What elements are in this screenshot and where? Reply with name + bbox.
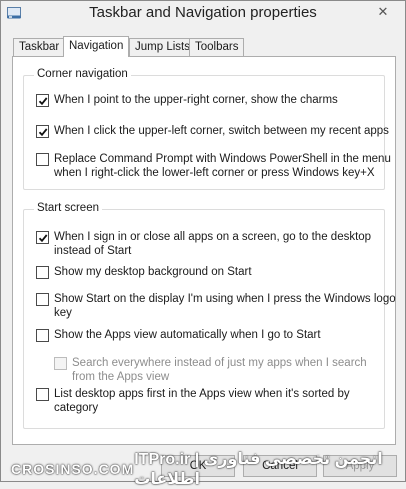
option-label: Search everywhere instead of just my app… bbox=[72, 356, 367, 384]
apply-button[interactable]: Apply bbox=[323, 455, 397, 477]
label-line: key bbox=[54, 307, 72, 319]
option-label: When I point to the upper-right corner, … bbox=[54, 94, 338, 106]
title-bar: Taskbar and Navigation properties ✕ bbox=[1, 1, 405, 27]
option-desktop-background[interactable]: Show my desktop background on Start bbox=[36, 265, 378, 279]
checkmark-icon bbox=[38, 127, 47, 136]
tab-toolbars[interactable]: Toolbars bbox=[189, 38, 245, 56]
window-title: Taskbar and Navigation properties bbox=[89, 4, 317, 21]
checkbox[interactable] bbox=[36, 94, 49, 107]
checkbox[interactable] bbox=[36, 266, 49, 279]
checkbox[interactable] bbox=[36, 231, 49, 244]
watermark-left: CROSINSO.COM bbox=[11, 461, 135, 477]
checkmark-icon bbox=[38, 96, 47, 105]
option-label: List desktop apps first in the Apps view… bbox=[54, 387, 350, 415]
label-line: Show Start on the display I'm using when… bbox=[54, 293, 396, 305]
option-label: Show the Apps view automatically when I … bbox=[54, 329, 321, 341]
close-button[interactable]: ✕ bbox=[369, 3, 397, 21]
option-label: Replace Command Prompt with Windows Powe… bbox=[54, 152, 391, 180]
label-line: instead of Start bbox=[54, 245, 132, 257]
option-label: When I click the upper-left corner, swit… bbox=[54, 125, 389, 137]
checkbox bbox=[54, 357, 67, 370]
option-go-to-desktop[interactable]: When I sign in or close all apps on a sc… bbox=[36, 230, 378, 258]
checkbox[interactable] bbox=[36, 388, 49, 401]
group-title: Start screen bbox=[34, 202, 102, 214]
label-line: Search everywhere instead of just my app… bbox=[72, 357, 367, 369]
start-screen-group: Start screen When I sign in or close all… bbox=[23, 202, 396, 429]
label-line: category bbox=[54, 402, 99, 414]
label-line: When I sign in or close all apps on a sc… bbox=[54, 231, 372, 243]
group-title: Corner navigation bbox=[34, 68, 131, 80]
label-line: from the Apps view bbox=[72, 371, 170, 383]
cancel-button[interactable]: Cancel bbox=[243, 455, 317, 477]
option-label: When I sign in or close all apps on a sc… bbox=[54, 230, 371, 258]
checkbox[interactable] bbox=[36, 125, 49, 138]
navigation-tab-panel: Corner navigation When I point to the up… bbox=[12, 56, 396, 445]
option-start-on-display[interactable]: Show Start on the display I'm using when… bbox=[36, 292, 396, 320]
tab-navigation[interactable]: Navigation bbox=[63, 36, 130, 57]
label-line: Replace Command Prompt with Windows Powe… bbox=[54, 153, 391, 165]
tab-taskbar[interactable]: Taskbar bbox=[13, 38, 66, 56]
option-show-charms[interactable]: When I point to the upper-right corner, … bbox=[36, 93, 378, 107]
ok-button[interactable]: OK bbox=[161, 455, 235, 477]
option-label: Show Start on the display I'm using when… bbox=[54, 292, 396, 320]
checkbox[interactable] bbox=[36, 153, 49, 166]
tab-jump-lists[interactable]: Jump Lists bbox=[129, 38, 196, 56]
option-apps-view-auto[interactable]: Show the Apps view automatically when I … bbox=[36, 328, 378, 342]
checkmark-icon bbox=[38, 233, 47, 242]
corner-navigation-group: Corner navigation When I point to the up… bbox=[23, 68, 391, 190]
option-search-everywhere: Search everywhere instead of just my app… bbox=[54, 356, 378, 384]
option-powershell-menu[interactable]: Replace Command Prompt with Windows Powe… bbox=[36, 152, 391, 180]
label-line: when I right-click the lower-left corner… bbox=[54, 167, 375, 179]
option-label: Show my desktop background on Start bbox=[54, 266, 252, 278]
option-desktop-apps-first[interactable]: List desktop apps first in the Apps view… bbox=[36, 387, 378, 415]
checkbox[interactable] bbox=[36, 329, 49, 342]
option-switch-recent-apps[interactable]: When I click the upper-left corner, swit… bbox=[36, 124, 389, 138]
properties-window: Taskbar and Navigation properties ✕ Task… bbox=[0, 0, 406, 488]
checkbox[interactable] bbox=[36, 293, 49, 306]
label-line: List desktop apps first in the Apps view… bbox=[54, 388, 350, 400]
